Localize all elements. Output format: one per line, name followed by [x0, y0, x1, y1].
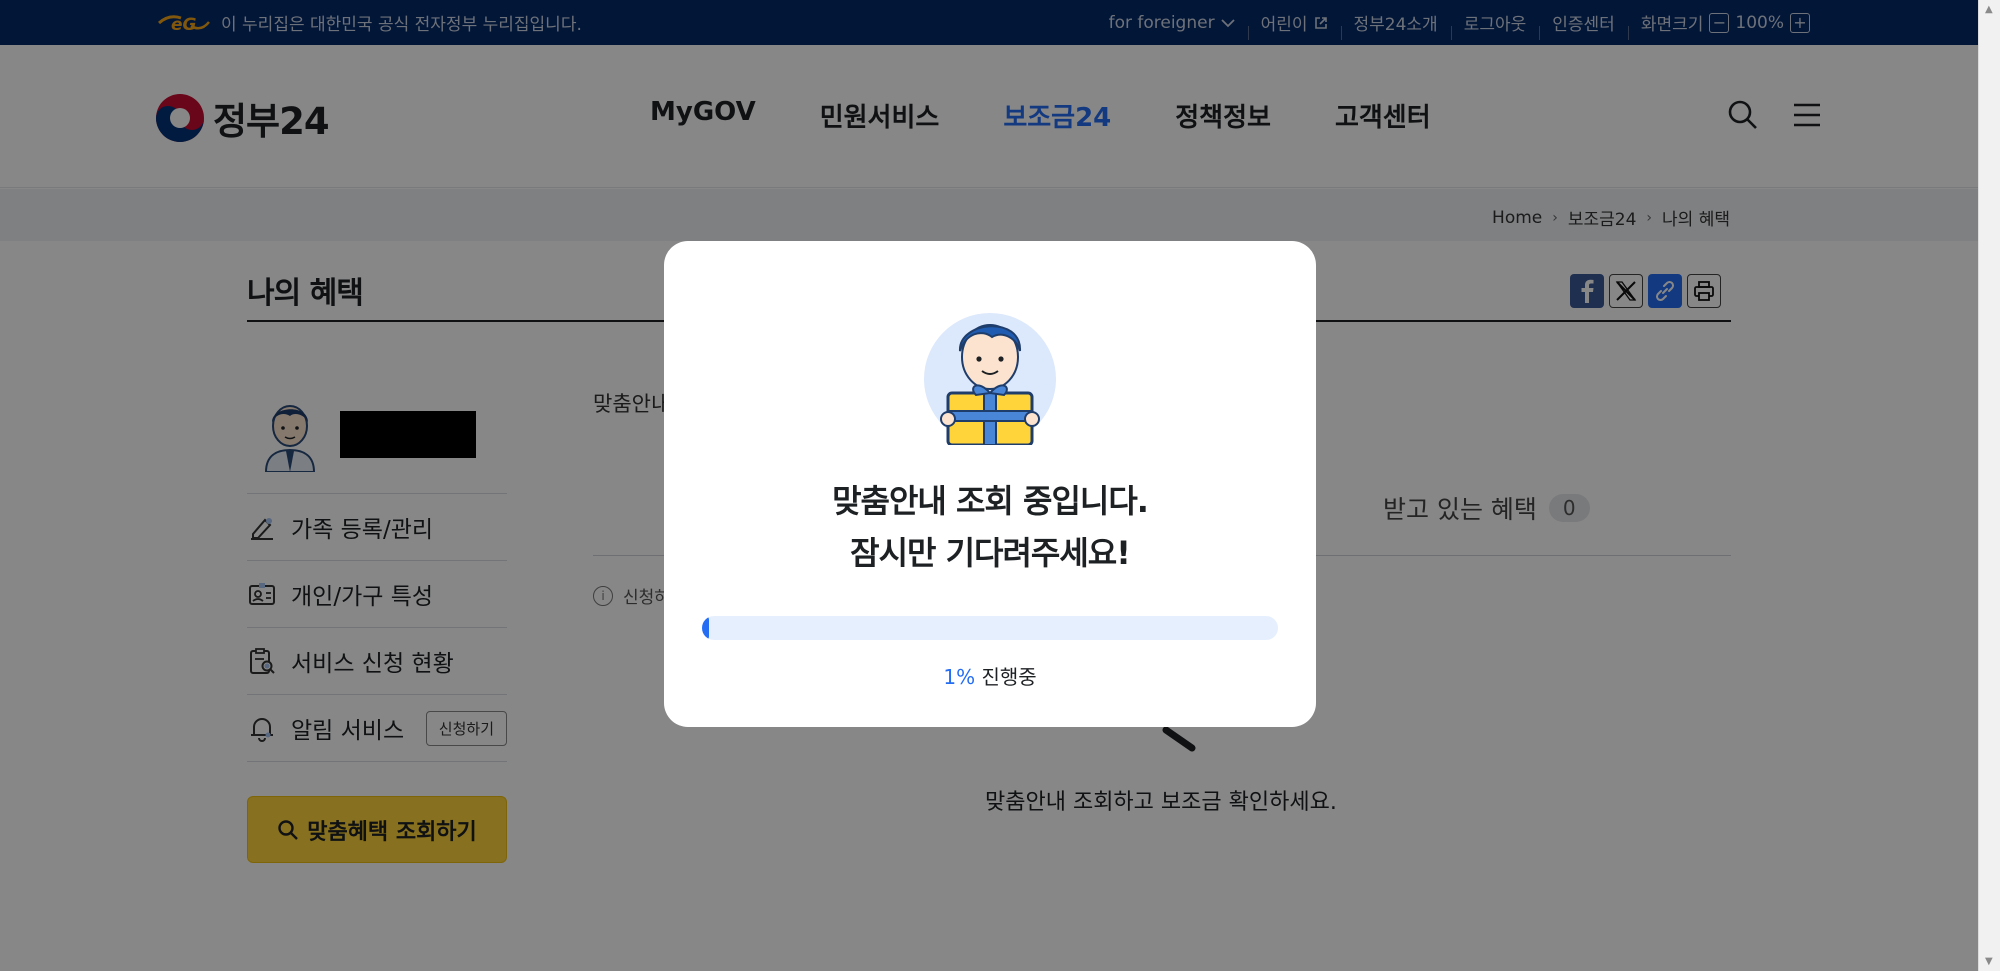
progress-bar-fill: [702, 616, 709, 640]
loading-message-line2: 잠시만 기다려주세요!: [850, 534, 1131, 572]
scroll-down-icon[interactable]: ▼: [1985, 956, 1993, 967]
loading-modal: 맞춤안내 조회 중입니다. 잠시만 기다려주세요! 1% 진행중: [664, 241, 1316, 727]
gift-person-illustration-icon: [924, 313, 1056, 445]
progress-suffix: 진행중: [981, 665, 1037, 689]
scroll-up-icon[interactable]: ▲: [1985, 4, 1993, 15]
progress-status: 1% 진행중: [664, 661, 1316, 690]
page-scrollbar[interactable]: ▲ ▼: [1978, 0, 2000, 971]
progress-bar: [702, 616, 1278, 640]
progress-percent: 1%: [943, 665, 976, 689]
loading-message-line1: 맞춤안내 조회 중입니다.: [832, 482, 1149, 520]
loading-message: 맞춤안내 조회 중입니다. 잠시만 기다려주세요!: [664, 475, 1316, 579]
